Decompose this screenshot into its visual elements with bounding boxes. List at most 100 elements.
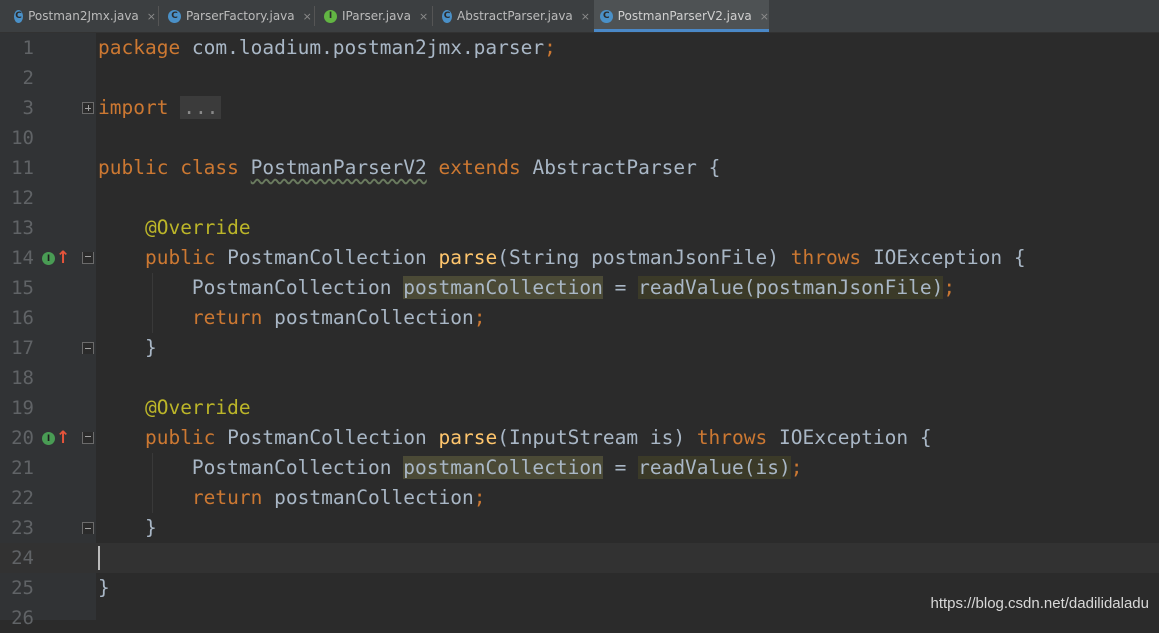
annotation: @Override	[144, 396, 251, 419]
tab-postman2jmx[interactable]: C Postman2Jmx.java ×	[8, 0, 156, 32]
editor-tab-bar: C Postman2Jmx.java × C ParserFactory.jav…	[0, 0, 1159, 33]
line-number: 26	[11, 607, 34, 629]
assign-operator: =	[602, 456, 639, 479]
fold-end-icon[interactable]	[82, 342, 94, 354]
local-variable: postmanCollection	[403, 276, 603, 299]
close-icon[interactable]: ×	[760, 10, 769, 23]
arguments: (is)	[743, 456, 791, 479]
brace: {	[908, 426, 932, 449]
line-number: 3	[22, 97, 34, 119]
line-number: 21	[11, 457, 34, 479]
return-expression: postmanCollection	[262, 486, 474, 509]
close-icon[interactable]: ×	[419, 10, 428, 23]
interface-icon: I	[324, 9, 337, 23]
parameters: (String postmanJsonFile)	[497, 246, 779, 269]
super-class-name: AbstractParser	[532, 156, 697, 179]
tab-divider	[432, 6, 433, 26]
local-type: PostmanCollection	[191, 456, 392, 479]
class-icon: C	[14, 9, 24, 23]
tab-label: IParser.java	[342, 9, 411, 23]
fold-end-icon[interactable]	[82, 522, 94, 534]
line-number: 14	[11, 247, 34, 269]
code-line: 1 package com.loadium.postman2jmx.parser…	[0, 33, 1159, 63]
fold-collapse-icon[interactable]	[82, 252, 94, 264]
line-number: 23	[11, 517, 34, 539]
method-call: readValue	[638, 456, 744, 479]
semicolon: ;	[790, 456, 803, 479]
close-icon[interactable]: ×	[581, 10, 590, 23]
import-fold-placeholder[interactable]: ...	[180, 96, 222, 119]
line-number: 19	[11, 397, 34, 419]
class-name: PostmanParserV2	[250, 156, 427, 179]
method-name: parse	[438, 246, 498, 269]
line-number: 15	[11, 277, 34, 299]
tab-label: ParserFactory.java	[186, 9, 295, 23]
keyword: public	[98, 156, 169, 179]
keyword: extends	[438, 156, 521, 179]
text-caret	[98, 546, 100, 570]
override-arrow-icon[interactable]: ↑	[56, 248, 70, 268]
line-number: 11	[11, 157, 34, 179]
exception-name: IOException	[779, 426, 909, 449]
semicolon: ;	[473, 306, 486, 329]
tab-label: AbstractParser.java	[457, 9, 573, 23]
semicolon: ;	[943, 276, 956, 299]
tab-iparser[interactable]: I IParser.java ×	[318, 0, 430, 32]
tab-postman-parser-v2[interactable]: C PostmanParserV2.java ×	[594, 0, 769, 32]
tab-abstract-parser[interactable]: C AbstractParser.java ×	[436, 0, 590, 32]
method-name: parse	[438, 426, 498, 449]
code-line: 18	[0, 363, 1159, 393]
return-expression: postmanCollection	[262, 306, 474, 329]
abstract-class-icon: C	[442, 9, 452, 23]
fold-collapse-icon[interactable]	[82, 432, 94, 444]
fold-expand-icon[interactable]	[82, 102, 94, 114]
brace: {	[1002, 246, 1026, 269]
keyword: return	[191, 486, 263, 509]
keyword: throws	[696, 426, 768, 449]
line-number: 10	[11, 127, 34, 149]
code-line: 19 @Override	[0, 393, 1159, 423]
line-number: 2	[22, 67, 34, 89]
semicolon: ;	[544, 36, 556, 59]
code-line: 23 }	[0, 513, 1159, 543]
keyword: import	[98, 96, 169, 119]
class-icon: C	[600, 9, 613, 23]
return-type: PostmanCollection	[227, 426, 427, 449]
line-number: 17	[11, 337, 34, 359]
semicolon: ;	[473, 486, 486, 509]
code-line: 20 I ↑ public PostmanCollection parse(In…	[0, 423, 1159, 453]
exception-name: IOException	[872, 246, 1003, 269]
keyword: class	[180, 156, 239, 179]
close-icon[interactable]: ×	[303, 10, 312, 23]
code-line: 13 @Override	[0, 213, 1159, 243]
package-name: com.loadium.postman2jmx.parser	[180, 36, 545, 59]
keyword: return	[191, 306, 263, 329]
tab-divider	[158, 6, 159, 26]
override-arrow-icon[interactable]: ↑	[56, 428, 70, 448]
current-code-line[interactable]: 24	[0, 543, 1159, 573]
code-line: 21 PostmanCollection postmanCollection =…	[0, 453, 1159, 483]
line-number: 13	[11, 217, 34, 239]
code-line: 10	[0, 123, 1159, 153]
method-call: readValue	[638, 276, 744, 299]
annotation: @Override	[144, 216, 251, 239]
tab-label: PostmanParserV2.java	[617, 9, 752, 23]
keyword: public	[144, 246, 216, 269]
tab-divider	[314, 6, 315, 26]
brace: {	[696, 156, 721, 179]
code-line: 2	[0, 63, 1159, 93]
line-number: 12	[11, 187, 34, 209]
close-icon[interactable]: ×	[147, 10, 156, 23]
tab-parser-factory[interactable]: C ParserFactory.java ×	[162, 0, 312, 32]
local-type: PostmanCollection	[191, 276, 392, 299]
watermark: https://blog.csdn.net/dadilidaladu	[930, 595, 1150, 612]
parameters: (InputStream is)	[497, 426, 686, 449]
return-type: PostmanCollection	[227, 246, 427, 269]
implements-method-icon[interactable]: I	[42, 432, 55, 445]
code-line: 12	[0, 183, 1159, 213]
brace: }	[98, 576, 110, 599]
code-line: 16 return postmanCollection;	[0, 303, 1159, 333]
line-number: 20	[11, 427, 34, 449]
code-line: 14 I ↑ public PostmanCollection parse(St…	[0, 243, 1159, 273]
implements-method-icon[interactable]: I	[42, 252, 55, 265]
